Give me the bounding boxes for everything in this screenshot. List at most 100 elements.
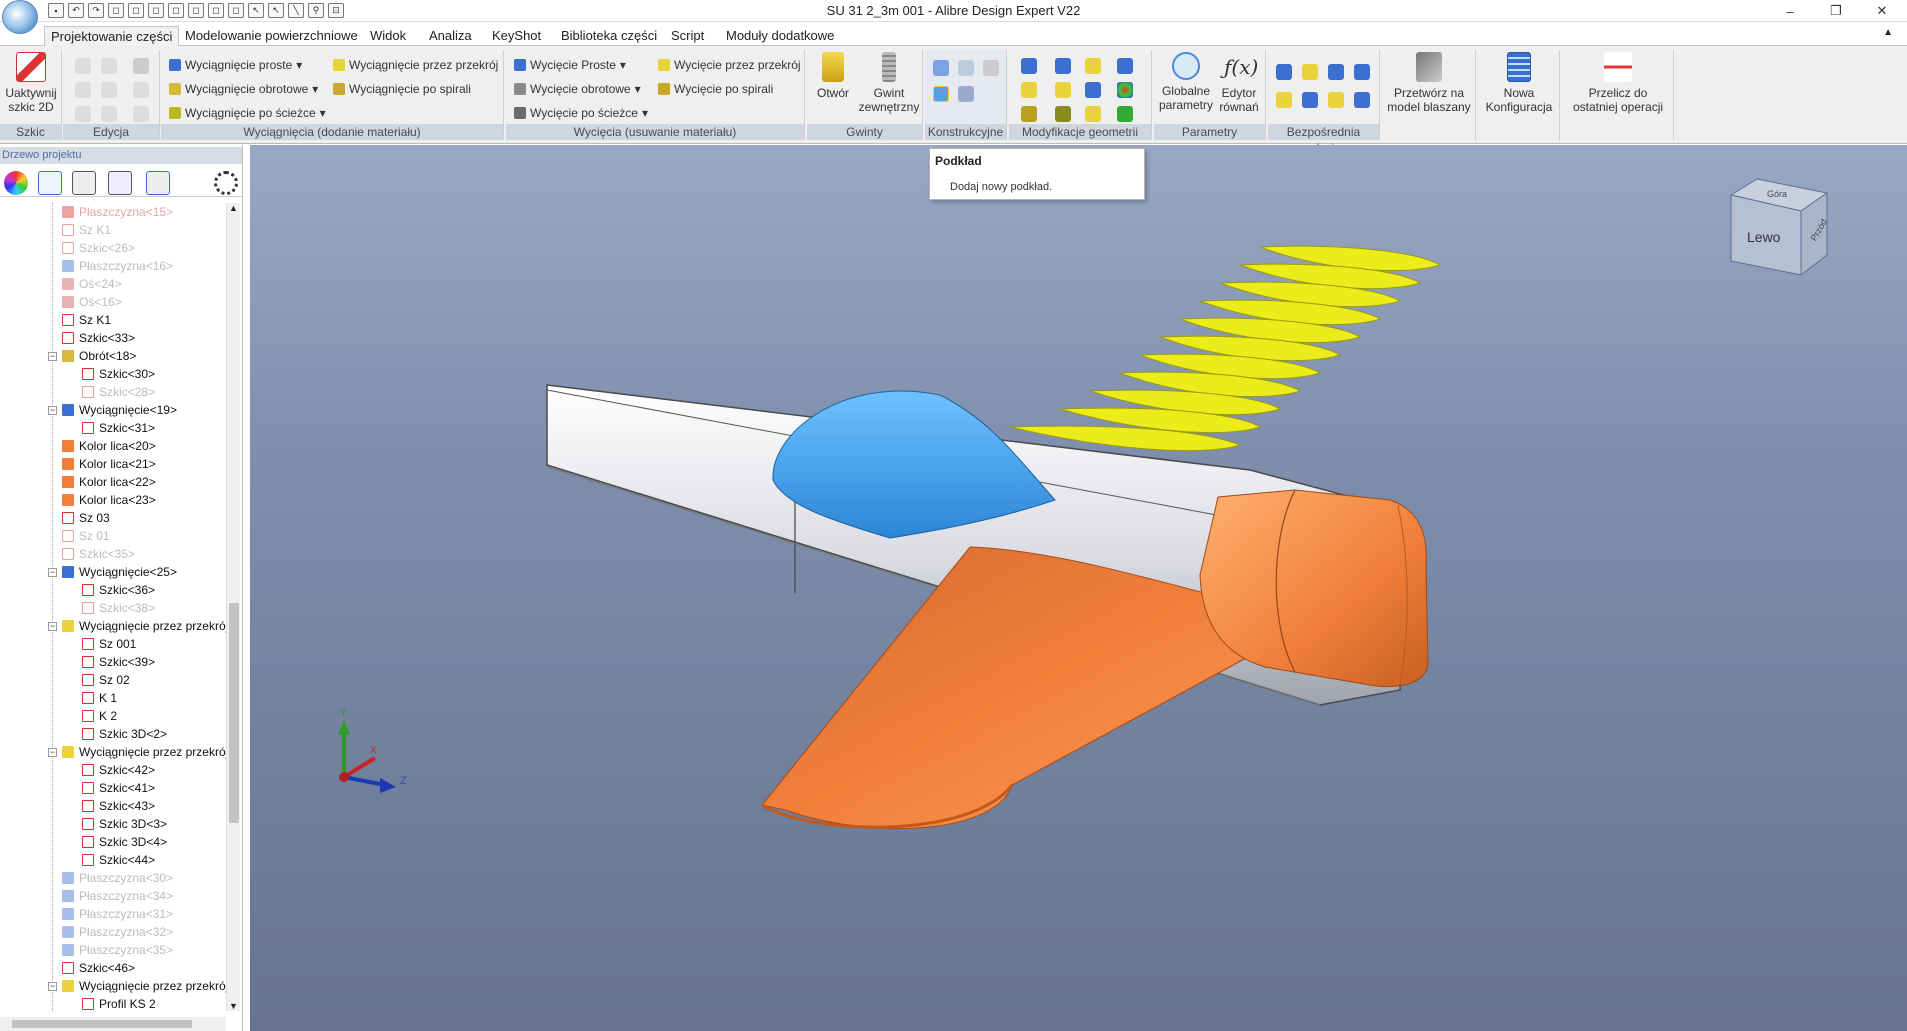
tree-item[interactable]: Szkic<28>	[82, 383, 155, 401]
tree-item[interactable]: Płaszczyzna<34>	[62, 887, 173, 905]
box-icon[interactable]: ◻	[108, 3, 124, 18]
zoom-window-icon[interactable]: ⊡	[328, 3, 344, 18]
global-parameters-button[interactable]: Globalne parametry	[1158, 52, 1214, 112]
tree-item[interactable]: Obrót<18>	[62, 347, 136, 365]
list-icon[interactable]	[72, 171, 96, 195]
shell-icon[interactable]	[1085, 58, 1101, 74]
minimize-button[interactable]: –	[1767, 0, 1813, 22]
hierarchy-icon[interactable]	[146, 171, 170, 195]
tree-item[interactable]: Płaszczyzna<32>	[62, 923, 173, 941]
copy-icon[interactable]	[75, 82, 91, 98]
csys-icon[interactable]	[958, 86, 974, 102]
properties-icon[interactable]	[133, 58, 149, 74]
scale-icon[interactable]	[1055, 82, 1071, 98]
tree-item[interactable]: Sz K1	[62, 221, 111, 239]
redo-icon[interactable]	[101, 58, 117, 74]
replace-icon[interactable]	[1117, 106, 1133, 122]
tree-item[interactable]: Szkic<42>	[82, 761, 155, 779]
pointer-icon[interactable]: ↖	[268, 3, 284, 18]
tree-item[interactable]: Sz 01	[62, 527, 110, 545]
extend-face-icon[interactable]	[1354, 92, 1370, 108]
tab-widok[interactable]: Widok	[370, 26, 406, 46]
tab-script[interactable]: Script	[671, 26, 704, 46]
tree-item[interactable]: Oś<24>	[62, 275, 122, 293]
tree-item[interactable]: Szkic<35>	[62, 545, 135, 563]
revolve-button[interactable]: Wyciągnięcie obrotowe ▾	[169, 82, 318, 96]
display-icon[interactable]	[108, 171, 132, 195]
collapse-toggle[interactable]: −	[48, 568, 57, 577]
new-configuration-button[interactable]: Nowa Konfiguracja	[1482, 52, 1556, 114]
duplicate-icon[interactable]	[133, 106, 149, 122]
scroll-down-icon[interactable]: ▼	[229, 1001, 238, 1011]
delete-icon[interactable]	[101, 82, 117, 98]
tab-biblioteka[interactable]: Biblioteka części	[561, 26, 657, 46]
tree-item[interactable]: Sz 03	[62, 509, 110, 527]
cut-revolve-button[interactable]: Wycięcie obrotowe ▾	[514, 82, 641, 96]
convert-sheet-metal-button[interactable]: Przetwórz na model blaszany	[1386, 52, 1472, 114]
equation-editor-button[interactable]: ƒ(x) Edytor równań	[1214, 52, 1264, 114]
tree-item[interactable]: Wyciągnięcie<25>	[62, 563, 177, 581]
underlay-icon[interactable]	[933, 86, 949, 102]
undo-icon[interactable]: ↶	[68, 3, 84, 18]
view-cube-top[interactable]: Góra	[1767, 189, 1787, 199]
offset-face-icon[interactable]	[1302, 64, 1318, 80]
view-cube-front[interactable]: Lewo	[1747, 229, 1780, 245]
line-icon[interactable]: ╲	[288, 3, 304, 18]
tree-scrollbar[interactable]: ▲ ▼	[226, 203, 240, 1011]
collapse-toggle[interactable]: −	[48, 748, 57, 757]
tree-item[interactable]: Płaszczyzna<16>	[62, 257, 173, 275]
gear-icon[interactable]	[214, 171, 238, 195]
box-icon[interactable]: ◻	[208, 3, 224, 18]
align-face-icon[interactable]	[1302, 92, 1318, 108]
tree-item[interactable]: Płaszczyzna<31>	[62, 905, 173, 923]
tree-item[interactable]: Szkic 3D<4>	[82, 833, 167, 851]
cut-extrude-button[interactable]: Wycięcie Proste ▾	[514, 58, 626, 72]
tree-item[interactable]: Wyciągnięcie przez przekrój	[62, 743, 226, 761]
tree-item[interactable]: Szkic 3D<3>	[82, 815, 167, 833]
tree-item[interactable]: Szkic<38>	[82, 599, 155, 617]
view-cube[interactable]: Lewo Góra Przód	[1727, 175, 1837, 288]
boolean-icon[interactable]	[1055, 106, 1071, 122]
tree-item[interactable]: Szkic<30>	[82, 365, 155, 383]
tree-item[interactable]: Szkic<46>	[62, 959, 135, 977]
scrollbar-thumb[interactable]	[229, 603, 239, 823]
cut-sweep-button[interactable]: Wycięcie po ścieżce ▾	[514, 106, 648, 120]
draft-icon[interactable]	[1021, 82, 1037, 98]
extrude-button[interactable]: Wyciągnięcie proste ▾	[169, 58, 302, 72]
tree-item[interactable]: Oś<16>	[62, 293, 122, 311]
delete-face-icon[interactable]	[1354, 64, 1370, 80]
constraint-icon[interactable]	[38, 171, 62, 195]
chamfer-icon[interactable]	[1055, 58, 1071, 74]
tree-item[interactable]: Szkic<44>	[82, 851, 155, 869]
tree-item[interactable]: Wyciągnięcie<19>	[62, 401, 177, 419]
tree-item[interactable]: K 1	[82, 689, 117, 707]
collapse-toggle[interactable]: −	[48, 352, 57, 361]
tree-item[interactable]: Kolor lica<21>	[62, 455, 156, 473]
tree-item[interactable]: Sz K1	[62, 311, 111, 329]
hole-button[interactable]: Otwór	[811, 52, 855, 100]
resize-fillet-icon[interactable]	[1328, 92, 1344, 108]
tree-item[interactable]: Wyciągnięcie przez przekrój	[62, 977, 226, 995]
box-icon[interactable]: ◻	[188, 3, 204, 18]
pattern-icon[interactable]	[1021, 106, 1037, 122]
box-icon[interactable]: ◻	[228, 3, 244, 18]
app-logo-icon[interactable]	[2, 0, 38, 34]
rotate-face-icon[interactable]	[1328, 64, 1344, 80]
tree-item[interactable]: Szkic<33>	[62, 329, 135, 347]
tree-item[interactable]: Szkic<43>	[82, 797, 155, 815]
cut-loft-button[interactable]: Wycięcie przez przekrój	[658, 58, 801, 72]
helix-button[interactable]: Wyciągnięcie po spirali	[333, 82, 471, 96]
tree-item[interactable]: Płaszczyzna<30>	[62, 869, 173, 887]
3d-viewport[interactable]: Y X Z Lewo Góra Przód	[250, 145, 1907, 1031]
cut-icon[interactable]	[75, 106, 91, 122]
box-icon[interactable]: ◻	[128, 3, 144, 18]
tree-item[interactable]: Profil KS 2	[82, 995, 156, 1011]
redo-icon[interactable]: ↷	[88, 3, 104, 18]
tab-keyshot[interactable]: KeyShot	[492, 26, 541, 46]
tree-item[interactable]: Sz 001	[82, 635, 136, 653]
thread-button[interactable]: Gwint zewnętrzny	[857, 52, 921, 114]
collapse-toggle[interactable]: −	[48, 622, 57, 631]
tree-item[interactable]: Płaszczyzna<35>	[62, 941, 173, 959]
zoom-icon[interactable]: ⚲	[308, 3, 324, 18]
tab-projektowanie[interactable]: Projektowanie części	[44, 26, 180, 46]
